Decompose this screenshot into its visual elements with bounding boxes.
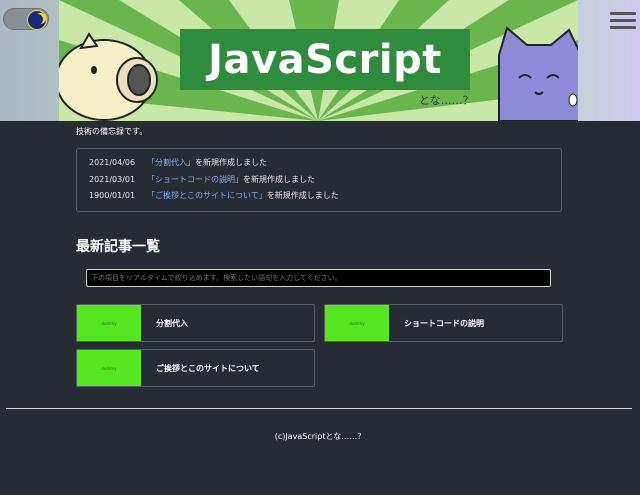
footer-text: (c)JavaScriptとな……？: [274, 432, 366, 441]
cat-mascot-icon: [498, 26, 578, 121]
news-item: 2021/04/06 「分割代入」を新規作成しました: [89, 157, 267, 168]
news-link[interactable]: 「ご挨拶とこのサイトについて」: [147, 191, 267, 200]
pig-mascot-icon: [59, 32, 158, 121]
moon-icon: [32, 14, 43, 25]
header-banner[interactable]: JavaScript とな……？: [59, 0, 578, 121]
news-date: 2021/03/01: [89, 175, 136, 184]
news-date: 1900/01/01: [89, 191, 136, 200]
news-item: 2021/03/01 「ショートコードの説明」を新規作成しました: [89, 174, 315, 185]
article-thumbnail: dummy: [325, 305, 389, 341]
news-suffix: を新規作成しました: [195, 158, 267, 167]
news-suffix: を新規作成しました: [243, 175, 315, 184]
logo-text: JavaScript: [208, 36, 442, 83]
article-card[interactable]: dummy 分割代入: [76, 304, 315, 342]
article-card[interactable]: dummy ご挨拶とこのサイトについて: [76, 349, 315, 387]
news-item: 1900/01/01 「ご挨拶とこのサイトについて」を新規作成しました: [89, 190, 339, 201]
hamburger-menu-icon[interactable]: [610, 10, 636, 32]
news-box: 2021/04/06 「分割代入」を新規作成しました 2021/03/01 「ショー…: [76, 148, 562, 212]
toggle-knob: [27, 10, 47, 30]
search-input[interactable]: [86, 269, 551, 287]
section-title: 最新記事一覧: [76, 239, 160, 255]
footer-divider: [6, 408, 632, 409]
news-link[interactable]: 「ショートコードの説明」: [147, 175, 243, 184]
article-card[interactable]: dummy ショートコードの説明: [324, 304, 563, 342]
article-title: ショートコードの説明: [404, 318, 484, 328]
news-date: 2021/04/06: [89, 158, 136, 167]
intro-text: 技術の備忘録です。: [76, 127, 148, 136]
dark-mode-toggle[interactable]: [3, 8, 49, 30]
news-link[interactable]: 「分割代入」: [147, 158, 195, 167]
logo[interactable]: JavaScript: [180, 29, 470, 90]
logo-subtitle: とな……？: [419, 94, 474, 107]
article-title: ご挨拶とこのサイトについて: [156, 363, 260, 373]
article-thumbnail: dummy: [77, 305, 141, 341]
news-suffix: を新規作成しました: [266, 191, 339, 200]
article-thumbnail: dummy: [77, 350, 141, 386]
article-title: 分割代入: [156, 318, 188, 328]
